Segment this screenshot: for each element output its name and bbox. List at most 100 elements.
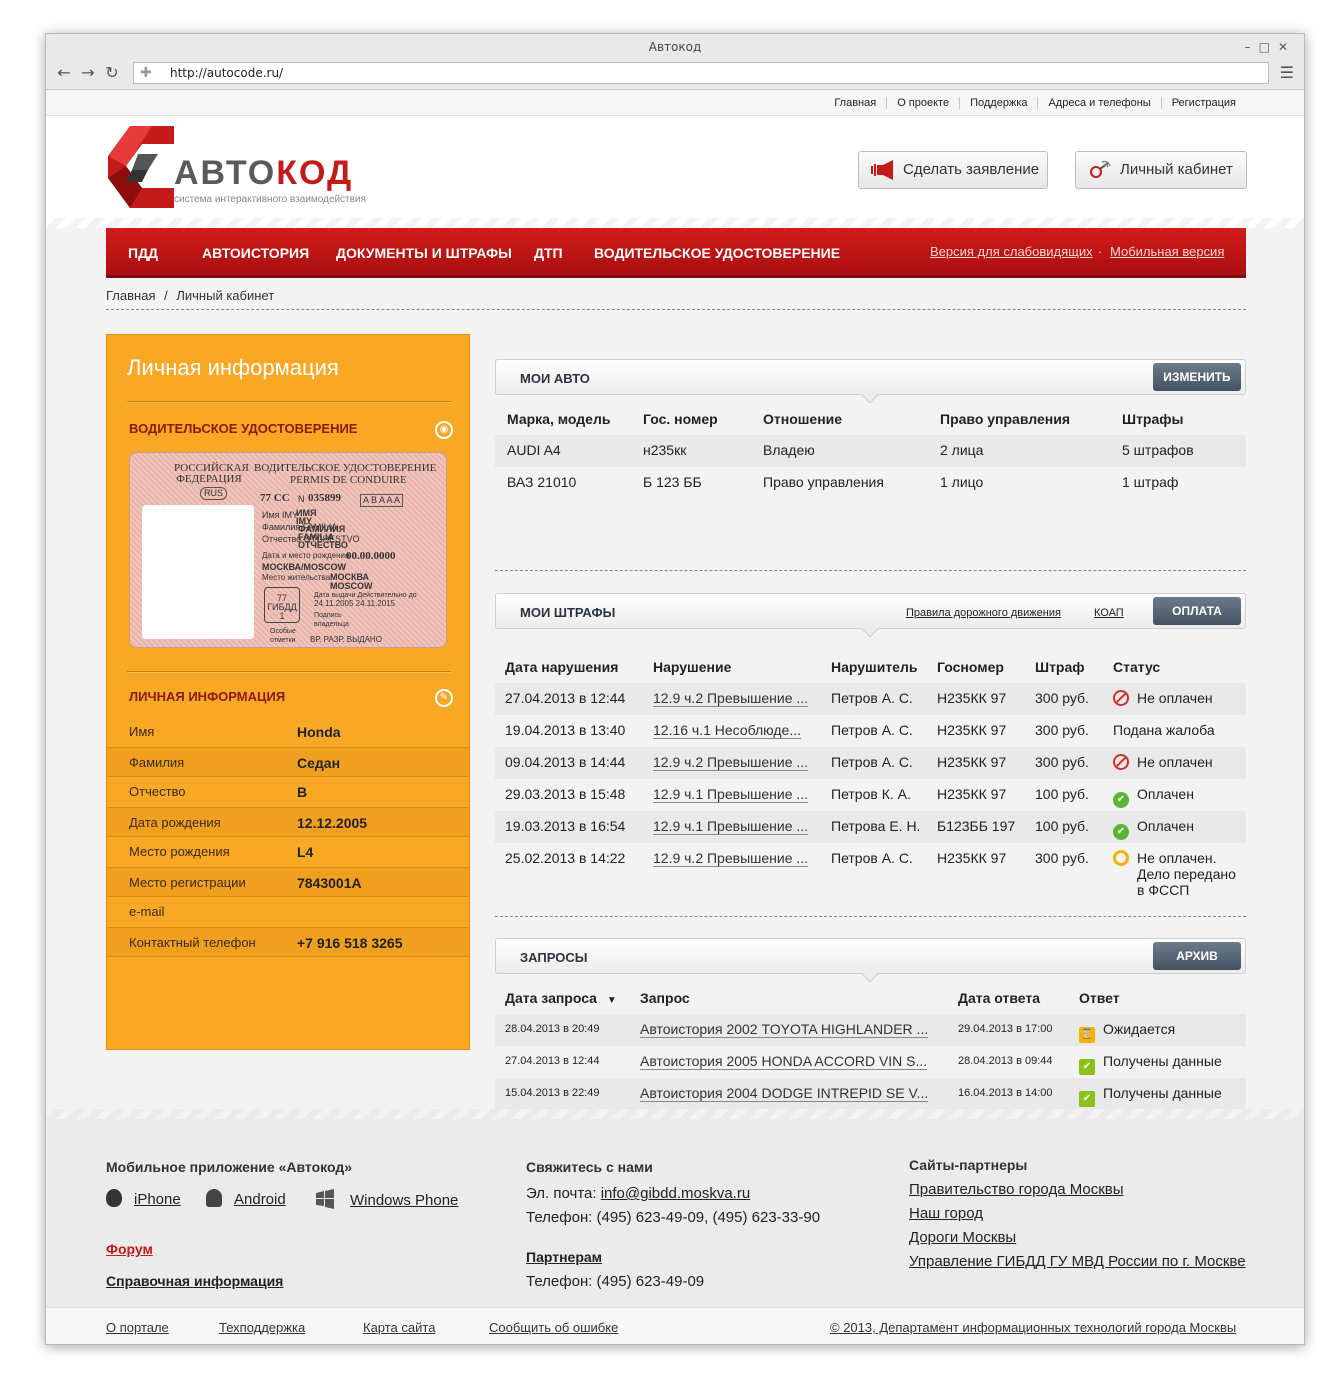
license-value-5: ОТЧЕСТВО — [298, 540, 348, 550]
forward-icon[interactable]: → — [78, 63, 98, 82]
back-icon[interactable]: ← — [54, 63, 74, 82]
partners-link[interactable]: Партнерам — [526, 1249, 602, 1265]
windows-phone-link[interactable]: Windows Phone — [314, 1189, 458, 1209]
reload-icon[interactable]: ↻ — [102, 63, 122, 82]
about-portal-link[interactable]: О портале — [106, 1320, 169, 1335]
table-header-row: Дата запроса ▼ Запрос Дата ответа Ответ — [495, 982, 1246, 1014]
requests-section: ЗАПРОСЫ АРХИВ Дата запроса ▼ Запрос Дата… — [495, 938, 1246, 1110]
col-answer-date: Дата ответа — [958, 990, 1041, 1006]
minimize-icon[interactable]: – — [1245, 40, 1259, 54]
violation-link[interactable]: 12.9 ч.2 Превышение ... — [653, 754, 809, 771]
breadcrumb-home[interactable]: Главная — [106, 288, 155, 303]
hourglass-icon: ⌛ — [1079, 1027, 1095, 1043]
archive-button[interactable]: АРХИВ — [1153, 942, 1241, 970]
toplink-support[interactable]: Поддержка — [959, 97, 1038, 109]
window-controls: –□✕ — [1245, 34, 1296, 60]
request-link[interactable]: Автоистория 2002 TOYOTA HIGHLANDER ... — [640, 1021, 929, 1038]
nav-item-dtp[interactable]: ДТП — [534, 245, 563, 261]
partner-site-link[interactable]: Управление ГИБДД ГУ МВД России по г. Мос… — [909, 1253, 1246, 1270]
sort-down-icon[interactable]: ▼ — [601, 995, 617, 1006]
site-logo[interactable]: АВТОКОД система интерактивного взаимодей… — [108, 126, 408, 208]
nav-item-pdd[interactable]: ПДД — [128, 245, 158, 261]
partner-site-link[interactable]: Наш город — [909, 1205, 983, 1222]
paid-check-icon: ✔ — [1113, 824, 1129, 840]
new-tab-plus-icon[interactable]: ✚ — [140, 63, 152, 83]
table-row[interactable]: 28.04.2013 в 20:49 Автоистория 2002 TOYO… — [495, 1014, 1246, 1046]
table-row[interactable]: AUDI A4 н235кк Владею 2 лица 5 штрафов — [495, 435, 1246, 467]
violation-link[interactable]: 12.16 ч.1 Несоблюде... — [653, 722, 801, 739]
make-claim-button[interactable]: Сделать заявление — [858, 151, 1048, 189]
browser-menu-icon[interactable]: ☰ — [1280, 63, 1294, 82]
table-row[interactable]: 27.04.2013 в 12:44 Автоистория 2005 HOND… — [495, 1046, 1246, 1078]
phone-line: Телефон: (495) 623-49-09, (495) 623-33-9… — [526, 1209, 821, 1226]
nav-item-driver-license[interactable]: ВОДИТЕЛЬСКОЕ УДОСТОВЕРЕНИЕ — [594, 245, 840, 261]
nav-item-documents-fines[interactable]: ДОКУМЕНТЫ И ШТРАФЫ — [336, 245, 512, 261]
table-row[interactable]: 27.04.2013 в 12:44 12.9 ч.2 Превышение .… — [495, 683, 1246, 715]
check-square-icon: ✔ — [1079, 1059, 1095, 1075]
col-drivers: Право управления — [940, 411, 1070, 427]
toplink-about[interactable]: О проекте — [886, 97, 960, 109]
tech-support-link[interactable]: Техподдержка — [219, 1320, 305, 1335]
violation-link[interactable]: 12.9 ч.2 Превышение ... — [653, 850, 809, 867]
mobile-version-link[interactable]: Мобильная версия — [1110, 244, 1224, 259]
table-row[interactable]: 19.03.2013 в 16:54 12.9 ч.1 Превышение .… — [495, 811, 1246, 843]
my-cars-title: МОИ АВТО — [520, 371, 590, 386]
table-row[interactable]: 09.04.2013 в 14:44 12.9 ч.2 Превышение .… — [495, 747, 1246, 779]
table-row[interactable]: 15.04.2013 в 22:49 Автоистория 2004 DODG… — [495, 1078, 1246, 1110]
col-request-date[interactable]: Дата запроса ▼ — [495, 982, 630, 1014]
logo-wordmark: АВТОКОД — [174, 154, 354, 192]
camera-icon[interactable]: ◉ — [435, 421, 453, 439]
pending-circle-icon — [1113, 850, 1129, 866]
footer-bottom-bar: О портале Техподдержка Карта сайта Сообщ… — [46, 1307, 1304, 1344]
personal-info-heading: ЛИЧНАЯ ИНФОРМАЦИЯ — [129, 689, 286, 704]
table-row[interactable]: 29.03.2013 в 15:48 12.9 ч.1 Превышение .… — [495, 779, 1246, 811]
copyright[interactable]: © 2013, Департамент информационных техно… — [830, 1320, 1236, 1335]
maximize-icon[interactable]: □ — [1259, 40, 1278, 54]
iphone-link[interactable]: iPhone — [106, 1189, 181, 1208]
section-divider — [495, 570, 1246, 571]
table-header-row: Марка, модель Гос. номер Отношение Право… — [495, 403, 1246, 435]
col-relation: Отношение — [763, 411, 843, 427]
android-link[interactable]: Android — [206, 1189, 286, 1208]
personal-cabinet-button[interactable]: Личный кабинет — [1075, 151, 1247, 189]
contact-title: Свяжитесь с нами — [526, 1159, 653, 1175]
col-date: Дата нарушения — [505, 659, 619, 675]
info-row-phone: Контактный телефон +7 916 518 3265 — [107, 927, 469, 957]
partner-site-link[interactable]: Дороги Москвы — [909, 1229, 1016, 1246]
pay-button[interactable]: ОПЛАТА — [1153, 597, 1241, 625]
megaphone-icon — [871, 160, 893, 180]
table-row[interactable]: 25.02.2013 в 14:22 12.9 ч.2 Превышение .… — [495, 843, 1246, 901]
toplink-home[interactable]: Главная — [824, 97, 886, 109]
email-link[interactable]: info@gibdd.moskva.ru — [601, 1185, 750, 1202]
key-signal-icon — [1090, 160, 1111, 178]
forum-link[interactable]: Форум — [106, 1241, 153, 1257]
edit-pencil-icon[interactable]: ✎ — [435, 689, 453, 707]
violation-link[interactable]: 12.9 ч.1 Превышение ... — [653, 786, 809, 803]
request-link[interactable]: Автоистория 2005 HONDA ACCORD VIN S... — [640, 1053, 928, 1070]
reference-link[interactable]: Справочная информация — [106, 1273, 283, 1289]
windows-icon — [316, 1189, 334, 1209]
edit-cars-button[interactable]: ИЗМЕНИТЬ — [1153, 363, 1241, 391]
table-row[interactable]: ВАЗ 21010 Б 123 ББ Право управления 1 лицо 1… — [495, 467, 1246, 499]
license-special-value: ВР. РАЗР. ВЫДАНО — [310, 635, 382, 644]
violation-link[interactable]: 12.9 ч.1 Превышение ... — [653, 818, 809, 835]
low-vision-link[interactable]: Версия для слабовидящих — [930, 244, 1093, 259]
sitemap-link[interactable]: Карта сайта — [363, 1320, 435, 1335]
report-error-link[interactable]: Сообщить об ошибке — [489, 1320, 618, 1335]
nav-item-autohistory[interactable]: АВТОИСТОРИЯ — [202, 245, 309, 261]
url-input[interactable]: ✚ http://autocode.ru/ — [133, 62, 1269, 84]
koap-link[interactable]: КОАП — [1094, 607, 1124, 619]
url-text: http://autocode.ru/ — [170, 66, 284, 80]
logo-subtitle: система интерактивного взаимодействия — [174, 194, 366, 205]
partner-site-link[interactable]: Правительство города Москвы — [909, 1181, 1124, 1198]
col-plate: Гос. номер — [643, 411, 718, 427]
col-fines: Штрафы — [1122, 411, 1184, 427]
breadcrumb-current: Личный кабинет — [176, 288, 275, 303]
toplink-register[interactable]: Регистрация — [1160, 97, 1246, 109]
violation-link[interactable]: 12.9 ч.2 Превышение ... — [653, 690, 809, 707]
pdd-rules-link[interactable]: Правила дорожного движения — [906, 607, 1061, 619]
request-link[interactable]: Автоистория 2004 DODGE INTREPID SE V... — [640, 1085, 929, 1102]
toplink-addresses[interactable]: Адреса и телефоны — [1037, 97, 1161, 109]
table-row[interactable]: 19.04.2013 в 13:40 12.16 ч.1 Несоблюде..… — [495, 715, 1246, 747]
close-icon[interactable]: ✕ — [1278, 40, 1296, 54]
